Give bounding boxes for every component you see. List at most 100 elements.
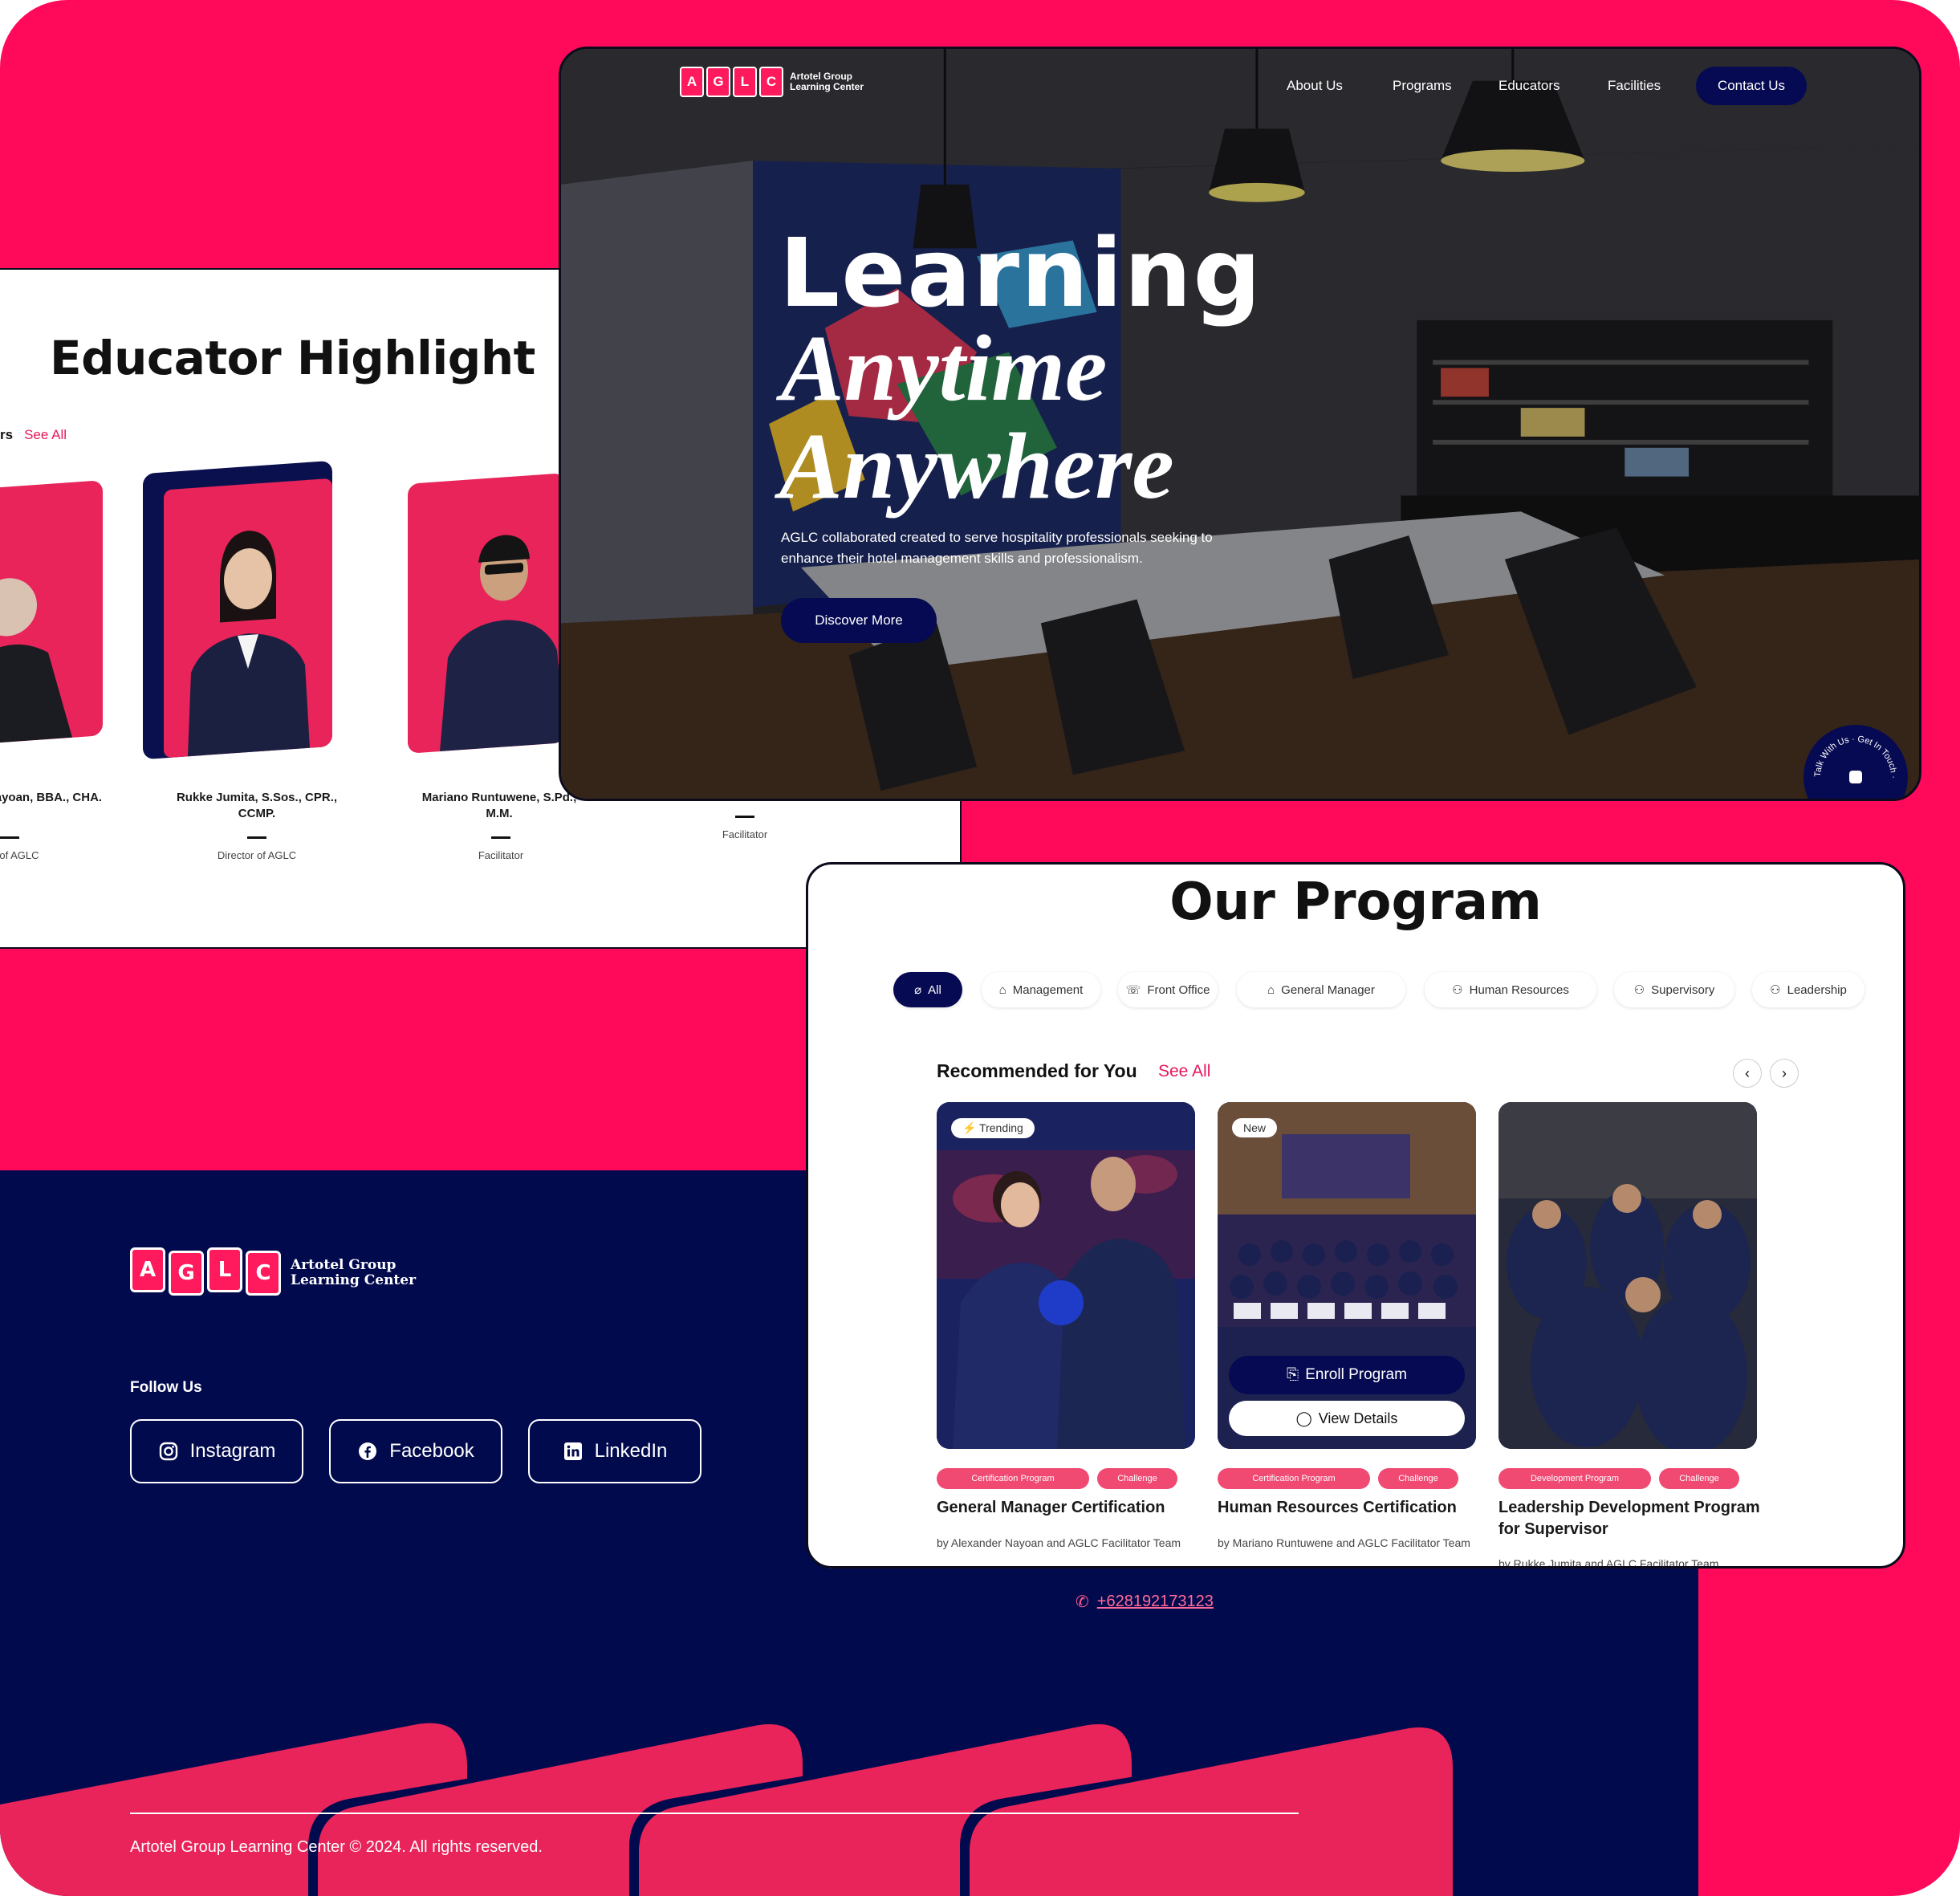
- chat-icon: [1849, 771, 1862, 783]
- educator-role: Facilitator: [478, 849, 524, 861]
- our-program-screenshot: Our Program ⌀ All ⌂ Management ☏ Front Offi…: [806, 862, 1905, 1568]
- program-title[interactable]: Human Resources Certification: [1218, 1497, 1482, 1519]
- educator-see-all-link[interactable]: See All: [24, 427, 67, 442]
- tab-front-office[interactable]: ☏ Front Office: [1118, 972, 1218, 1007]
- hero-title-line-2: Anytime: [781, 315, 1108, 421]
- educator-divider: [0, 836, 19, 839]
- footer-phone[interactable]: ✆ +628192173123: [1076, 1592, 1214, 1612]
- educator-role: r of AGLC: [0, 849, 39, 861]
- aglc-logo-mark: AGLC: [130, 1247, 281, 1296]
- facebook-icon: [357, 1441, 378, 1462]
- educator-card[interactable]: [0, 480, 103, 745]
- educator-row-label: rs: [0, 427, 14, 442]
- program-card[interactable]: ⚡ Trending: [937, 1102, 1195, 1449]
- leadership-icon: ⚇: [1770, 983, 1781, 997]
- program-card-photo: [1498, 1102, 1757, 1449]
- tab-all[interactable]: ⌀ All: [893, 972, 962, 1007]
- footer-logo[interactable]: AGLC Artotel Group Learning Center: [130, 1247, 417, 1296]
- educator-photo: [440, 535, 565, 752]
- instagram-icon: [158, 1441, 179, 1462]
- program-heading: Our Program: [1169, 873, 1542, 932]
- linkedin-button[interactable]: LinkedIn: [528, 1419, 701, 1483]
- tab-general-manager[interactable]: ⌂ General Manager: [1237, 972, 1405, 1007]
- footer-brand-name: Artotel Group Learning Center: [291, 1257, 417, 1288]
- program-card-photo: [1218, 1102, 1476, 1449]
- program-author: by Mariano Runtuwene and AGLC Facilitato…: [1218, 1536, 1470, 1549]
- footer-divider: [130, 1813, 1299, 1814]
- tag-icon: ⌀: [914, 983, 922, 997]
- educator-photo: [0, 578, 72, 745]
- program-card[interactable]: New ⎘ Enroll Program ◯ View Details: [1218, 1102, 1476, 1449]
- phone-icon: ✆: [1076, 1593, 1089, 1611]
- educator-name: Nayoan, BBA., CHA.: [0, 791, 103, 804]
- aglc-logo-mark: AGLC: [680, 67, 783, 97]
- eye-icon: ◯: [1295, 1410, 1312, 1426]
- meeting-room-photo: [561, 49, 1919, 799]
- front-office-icon: ☏: [1125, 983, 1141, 997]
- linkedin-label: LinkedIn: [594, 1440, 668, 1462]
- program-author: by Rukke Jumita and AGLC Facilitator Tea…: [1498, 1557, 1719, 1568]
- linkedin-icon: [563, 1441, 584, 1462]
- header-brand-name: Artotel Group Learning Center: [790, 71, 864, 92]
- educator-card[interactable]: [143, 460, 332, 760]
- view-details-button[interactable]: ◯ View Details: [1229, 1401, 1465, 1436]
- bookmark-icon: ⎘: [1287, 1366, 1299, 1383]
- instagram-button[interactable]: Instagram: [130, 1419, 303, 1483]
- program-level-pill: Challenge: [1097, 1468, 1177, 1489]
- follow-us-label: Follow Us: [130, 1379, 202, 1396]
- management-icon: ⌂: [998, 983, 1006, 997]
- program-type-pill: Certification Program: [937, 1468, 1089, 1489]
- new-badge: New: [1232, 1118, 1278, 1137]
- carousel-next-button[interactable]: ›: [1770, 1059, 1799, 1088]
- educator-divider: [735, 816, 754, 818]
- tab-management[interactable]: ⌂ Management: [982, 972, 1100, 1007]
- facebook-button[interactable]: Facebook: [329, 1419, 502, 1483]
- enroll-program-button[interactable]: ⎘ Enroll Program: [1229, 1356, 1465, 1394]
- educator-name: Rukke Jumita, S.Sos., CPR., CCMP.: [176, 791, 338, 820]
- trending-badge: ⚡ Trending: [951, 1118, 1035, 1138]
- program-level-pill: Challenge: [1659, 1468, 1739, 1489]
- nav-about-us[interactable]: About Us: [1287, 78, 1343, 94]
- discover-more-button[interactable]: Discover More: [781, 598, 937, 643]
- nav-educators[interactable]: Educators: [1498, 78, 1560, 94]
- header-logo[interactable]: AGLC Artotel Group Learning Center: [680, 67, 864, 97]
- chevron-left-icon: ‹: [1745, 1064, 1750, 1081]
- nav-facilities[interactable]: Facilities: [1608, 78, 1661, 94]
- program-type-pill: Certification Program: [1218, 1468, 1370, 1489]
- hero-description: AGLC collaborated created to serve hospi…: [781, 530, 1213, 566]
- program-author: by Alexander Nayoan and AGLC Facilitator…: [937, 1536, 1181, 1549]
- copyright-text: Artotel Group Learning Center © 2024. Al…: [130, 1838, 543, 1856]
- educator-heading: Educator Highlight: [50, 331, 535, 385]
- educator-role: Director of AGLC: [217, 849, 297, 861]
- recommended-heading: Recommended for You: [937, 1060, 1137, 1081]
- recommended-see-all-link[interactable]: See All: [1158, 1062, 1210, 1081]
- educator-card[interactable]: [408, 473, 565, 754]
- carousel-prev-button[interactable]: ‹: [1733, 1059, 1762, 1088]
- program-title[interactable]: General Manager Certification: [937, 1497, 1202, 1519]
- phone-link[interactable]: +628192173123: [1097, 1593, 1214, 1611]
- tab-human-resources[interactable]: ⚇ Human Resources: [1425, 972, 1596, 1007]
- chevron-right-icon: ›: [1782, 1064, 1787, 1081]
- program-card-photo: [937, 1102, 1195, 1449]
- educator-role: Facilitator: [722, 828, 768, 840]
- tab-supervisory[interactable]: ⚇ Supervisory: [1614, 972, 1734, 1007]
- talk-with-us-badge[interactable]: Talk With Us · Get In Touch ·: [1803, 725, 1908, 799]
- educator-photo: [188, 531, 310, 757]
- fire-icon: ⚡: [962, 1121, 977, 1134]
- program-title[interactable]: Leadership Development Program for Super…: [1498, 1497, 1763, 1540]
- contact-us-button[interactable]: Contact Us: [1696, 67, 1807, 105]
- educator-divider: [491, 836, 510, 839]
- badge-ring-text: Talk With Us · Get In Touch ·: [1813, 734, 1898, 779]
- program-card[interactable]: [1498, 1102, 1757, 1449]
- human-resources-icon: ⚇: [1452, 983, 1463, 997]
- nav-programs[interactable]: Programs: [1393, 78, 1452, 94]
- instagram-label: Instagram: [189, 1440, 276, 1462]
- program-level-pill: Challenge: [1378, 1468, 1458, 1489]
- facebook-label: Facebook: [389, 1440, 474, 1462]
- educator-row-header: rs See All: [0, 427, 67, 443]
- tab-leadership[interactable]: ⚇ Leadership: [1752, 972, 1864, 1007]
- supervisory-icon: ⚇: [1633, 983, 1645, 997]
- general-manager-icon: ⌂: [1267, 983, 1275, 997]
- hero-title-line-3: Anywhere: [779, 413, 1174, 519]
- program-type-pill: Development Program: [1498, 1468, 1651, 1489]
